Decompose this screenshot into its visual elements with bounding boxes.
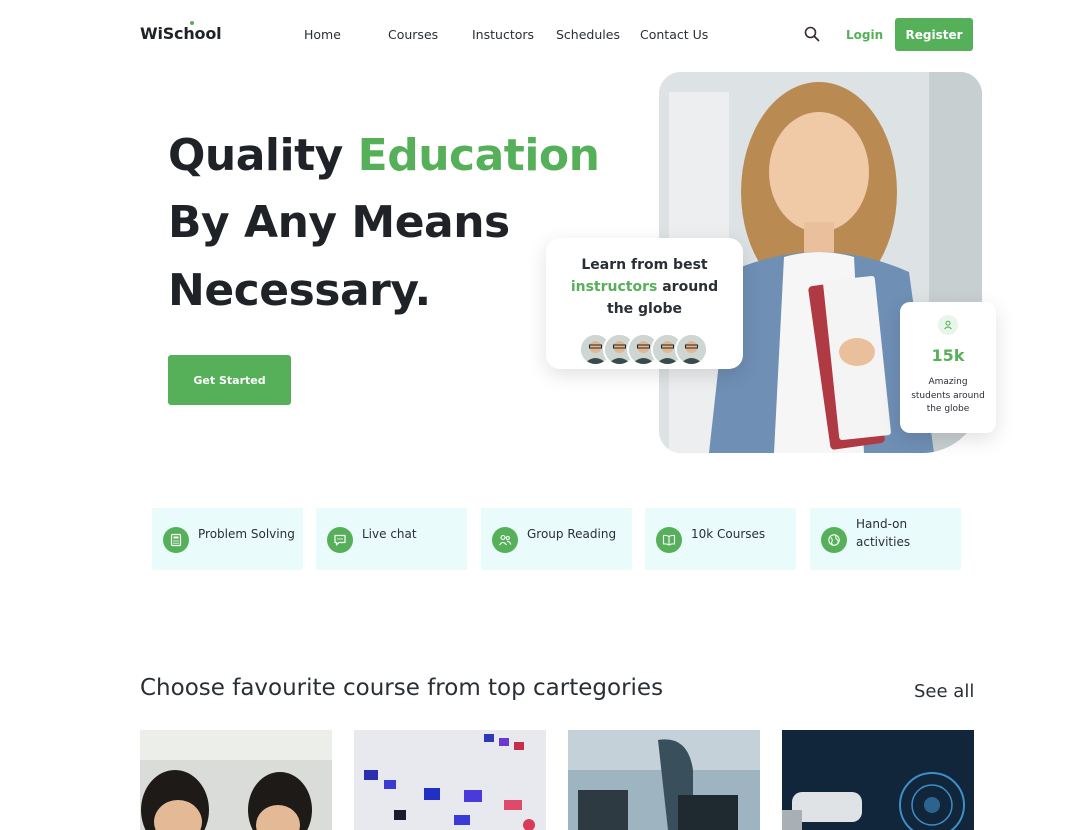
avatar (675, 333, 708, 366)
nav-home[interactable]: Home (304, 27, 341, 42)
feature-label-line-2: activities (856, 535, 911, 549)
login-link[interactable]: Login (846, 28, 883, 42)
globe-icon (828, 534, 840, 546)
logo[interactable]: WiSchool (140, 24, 222, 43)
hero-heading-dark-word: Quality (168, 130, 343, 181)
logo-accent-dot (190, 21, 194, 25)
feature-hands-on-activities[interactable]: Hand-on activities (810, 508, 961, 570)
see-all-link[interactable]: See all (914, 681, 974, 702)
stat-value: 15k (931, 346, 965, 365)
feature-icon-badge (492, 527, 518, 553)
nav-instructors[interactable]: Instuctors (472, 27, 534, 42)
hero-heading-line-1: Quality Education (168, 130, 600, 181)
stat-desc-line-1: Amazing (928, 377, 968, 387)
stat-description: Amazing students around the globe (906, 376, 990, 417)
learn-card-highlight: instructors (570, 279, 658, 295)
feature-group-reading[interactable]: Group Reading (481, 508, 632, 570)
learn-card-line-2: instructors around (546, 276, 743, 298)
nav-courses[interactable]: Courses (388, 27, 438, 42)
user-icon (944, 320, 952, 330)
hero-heading-green-word: Education (357, 130, 600, 181)
feature-label: Hand-on activities (856, 515, 910, 551)
workspace-photo (568, 730, 760, 830)
stat-icon-badge (938, 315, 958, 335)
search-icon (804, 26, 820, 42)
stat-desc-line-3: the globe (926, 404, 970, 414)
search-button[interactable] (803, 25, 821, 43)
feature-label: Group Reading (527, 527, 617, 541)
feature-icon-badge (163, 527, 189, 553)
learn-card-line-2-rest: around (662, 279, 719, 295)
users-icon (499, 534, 512, 546)
course-card-students[interactable] (140, 730, 332, 830)
book-icon (662, 534, 676, 546)
stat-desc-line-2: students around (911, 390, 985, 401)
course-card-workspace[interactable] (568, 730, 760, 830)
hero-heading-line-3: Necessary. (168, 265, 431, 316)
course-card-vr[interactable] (782, 730, 974, 830)
nav-schedules[interactable]: Schedules (556, 27, 620, 42)
nav-contact[interactable]: Contact Us (640, 27, 708, 42)
get-started-button[interactable]: Get Started (168, 355, 291, 405)
feature-icon-badge (327, 527, 353, 553)
register-button[interactable]: Register (895, 18, 973, 51)
hero-heading-line-2: By Any Means (168, 197, 510, 248)
learn-card-line-3: the globe (607, 301, 682, 317)
course-card-design[interactable] (354, 730, 546, 830)
chat-icon (334, 534, 346, 546)
categories-title: Choose favourite course from top cartego… (140, 675, 664, 701)
learn-card-line-1: Learn from best (581, 257, 708, 273)
students-photo (140, 730, 332, 830)
feature-label: Problem Solving (198, 527, 295, 541)
feature-icon-badge (821, 527, 847, 553)
feature-live-chat[interactable]: Live chat (316, 508, 467, 570)
feature-label-line-1: Hand-on (856, 517, 908, 531)
design-board-photo (354, 730, 546, 830)
calculator-icon (170, 533, 182, 547)
feature-problem-solving[interactable]: Problem Solving (152, 508, 303, 570)
students-stat-card: 15k Amazing students around the globe (900, 302, 996, 433)
feature-label: 10k Courses (691, 527, 766, 541)
feature-10k-courses[interactable]: 10k Courses (645, 508, 796, 570)
feature-icon-badge (656, 527, 682, 553)
learn-from-instructors-card: Learn from best instructors around the g… (546, 238, 743, 369)
vr-headset-photo (782, 730, 974, 830)
feature-label: Live chat (362, 527, 417, 541)
